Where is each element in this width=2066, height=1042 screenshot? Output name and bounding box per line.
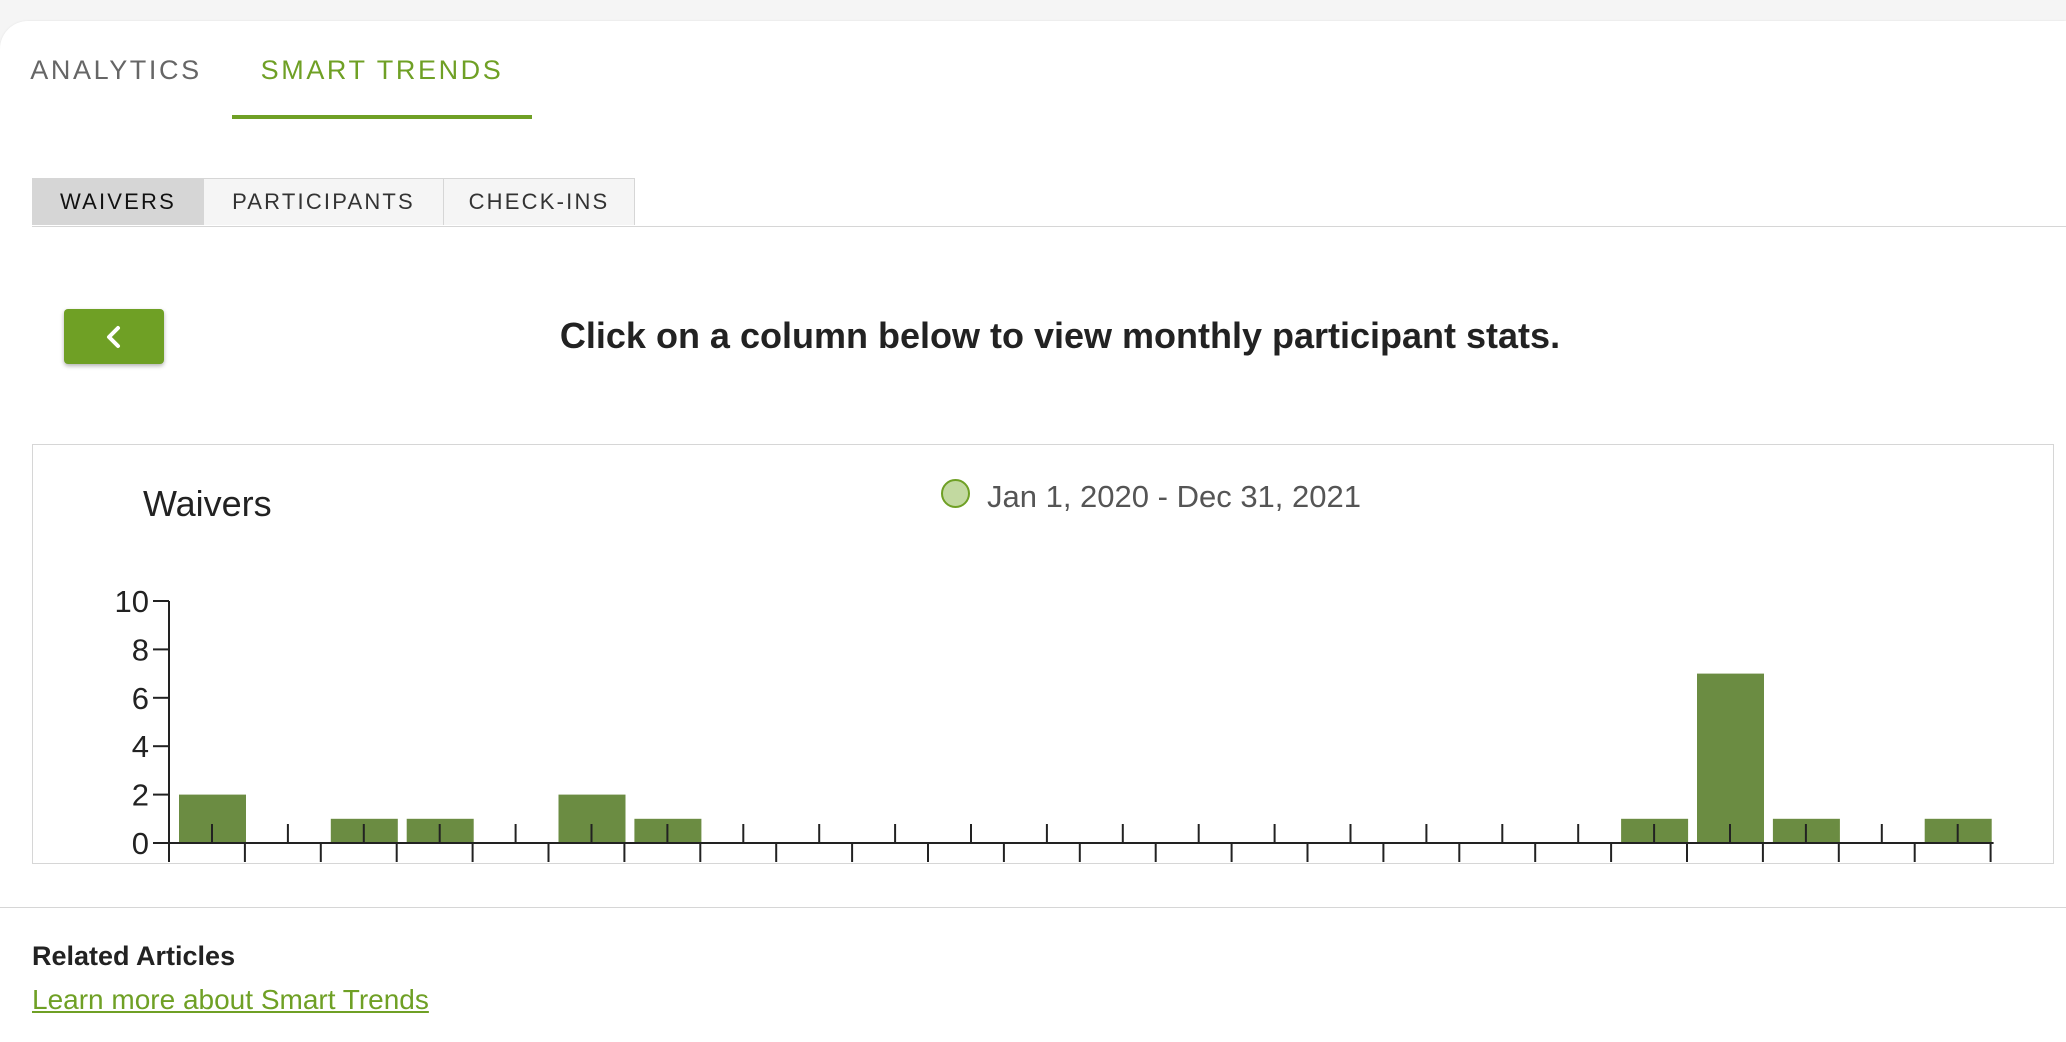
bar-2021-09[interactable]: [1697, 673, 1764, 843]
subtab-participants[interactable]: PARTICIPANTS: [203, 178, 444, 225]
back-button[interactable]: [64, 309, 164, 364]
section-divider: [0, 907, 2066, 908]
tab-smart-trends-label: SMART TRENDS: [260, 55, 504, 85]
y-tick-label: 2: [132, 778, 149, 813]
y-tick-label: 10: [115, 584, 149, 619]
subtab-check-ins[interactable]: CHECK-INS: [443, 178, 635, 225]
y-tick-label: 6: [132, 681, 149, 716]
learn-more-link[interactable]: Learn more about Smart Trends: [32, 984, 429, 1016]
chart-plot: 024681002/0105/0108/0111/0102/0105/0108/…: [115, 584, 1994, 862]
subtab-check-ins-label: CHECK-INS: [468, 189, 610, 214]
instruction-text: Click on a column below to view monthly …: [559, 315, 1561, 356]
subtab-waivers-label: WAIVERS: [59, 189, 177, 214]
tab-smart-trends[interactable]: SMART TRENDS: [232, 51, 532, 119]
y-tick-label: 8: [132, 632, 149, 667]
y-tick-label: 4: [132, 729, 149, 764]
tab-analytics[interactable]: ANALYTICS: [0, 51, 232, 119]
content-card: ANALYTICS SMART TRENDS WAIVERS PARTICIPA…: [0, 21, 2066, 1042]
subtab-waivers[interactable]: WAIVERS: [32, 178, 204, 225]
related-articles-heading: Related Articles: [32, 941, 236, 971]
waivers-chart: Waivers Jan 1, 2020 - Dec 31, 2021 02468…: [32, 444, 2054, 864]
subtab-participants-label: PARTICIPANTS: [232, 189, 415, 214]
y-tick-label: 0: [132, 826, 149, 861]
tab-analytics-label: ANALYTICS: [30, 55, 202, 85]
sub-tabs: WAIVERS PARTICIPANTS CHECK-INS: [32, 178, 2066, 227]
chevron-left-icon: [107, 325, 120, 348]
